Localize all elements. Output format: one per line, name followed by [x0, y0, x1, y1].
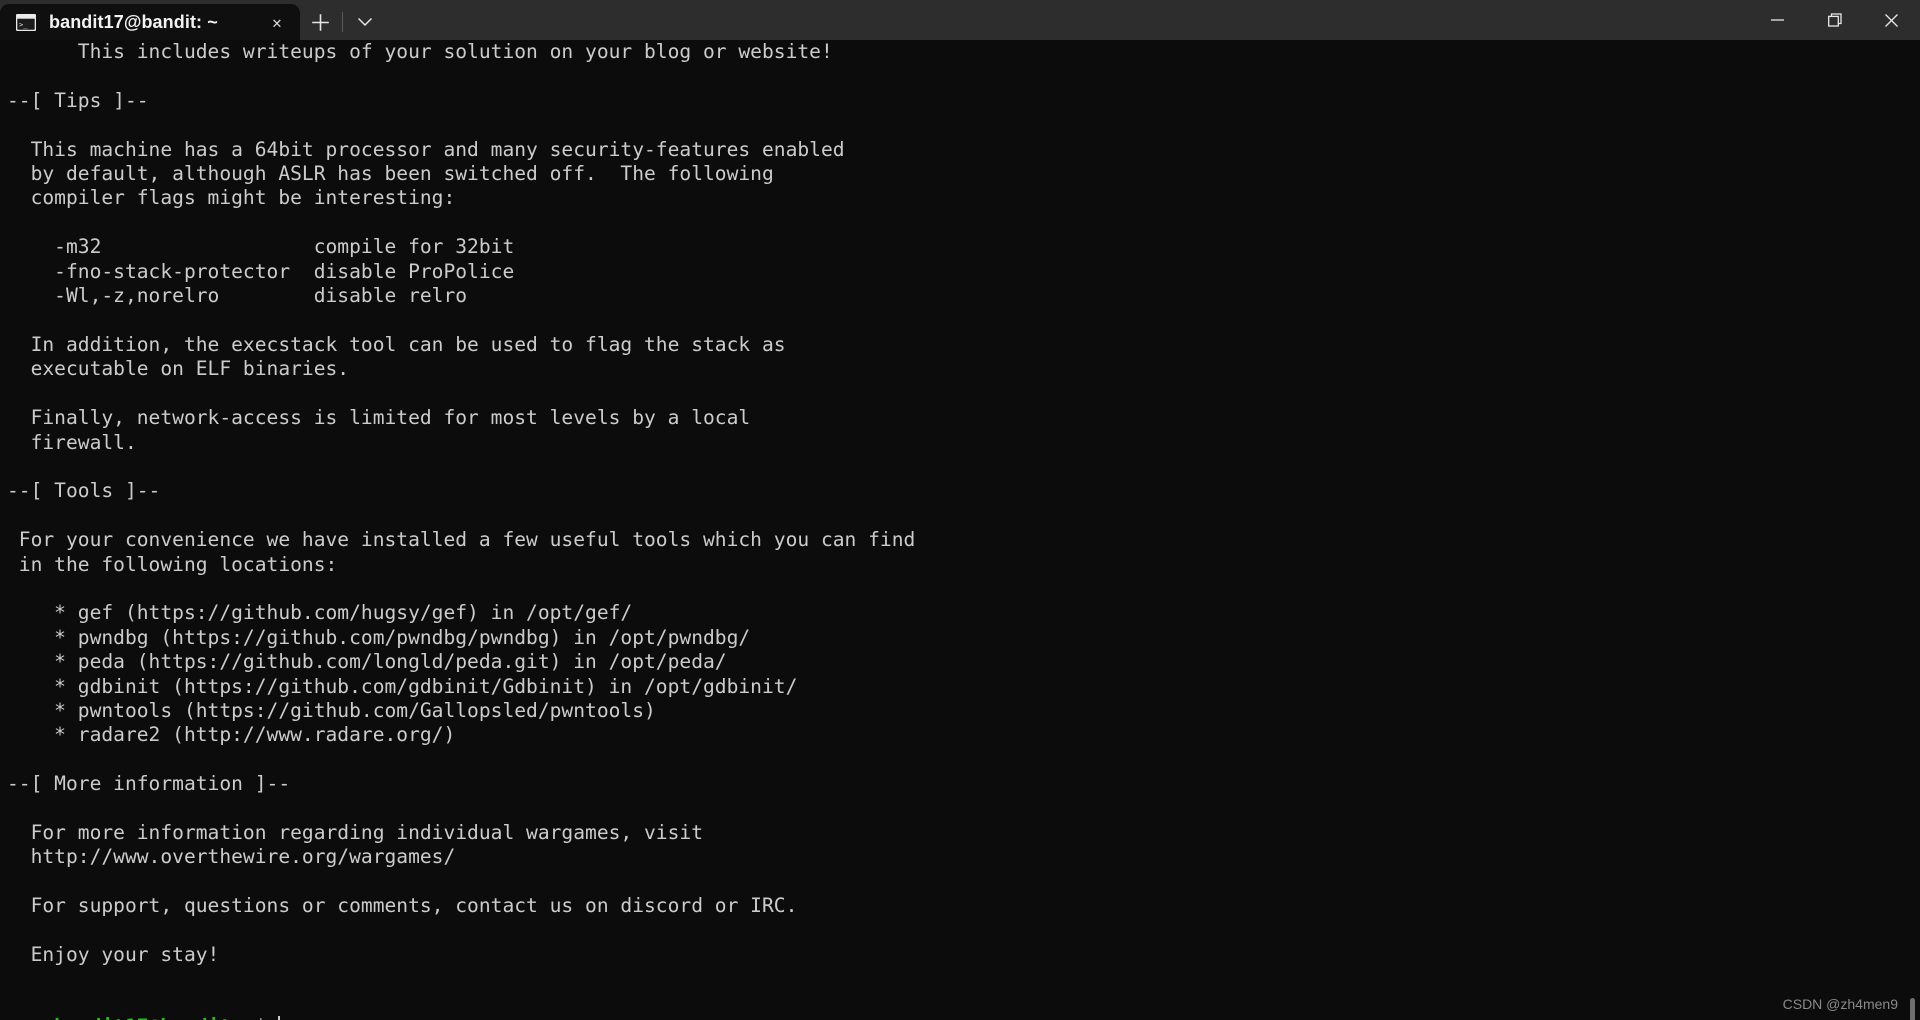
prompt-path: ~	[243, 1015, 255, 1020]
terminal-output: This includes writeups of your solution …	[7, 40, 916, 967]
prompt-symbol: $	[255, 1015, 267, 1020]
window-controls	[1749, 0, 1920, 40]
tab-bandit17[interactable]: >_ bandit17@bandit: ~ ✕	[0, 4, 300, 40]
new-tab-button[interactable]	[300, 4, 340, 40]
tab-title: bandit17@bandit: ~	[49, 11, 218, 32]
text-cursor	[277, 1016, 280, 1020]
minimize-button[interactable]	[1749, 0, 1806, 40]
terminal-icon: >_	[15, 13, 37, 31]
window-titlebar: >_ bandit17@bandit: ~ ✕	[0, 0, 1920, 40]
close-button[interactable]	[1863, 0, 1920, 40]
terminal-scrollbar[interactable]	[1906, 80, 1918, 1020]
tab-strip: >_ bandit17@bandit: ~ ✕	[0, 0, 385, 40]
tab-close-icon[interactable]: ✕	[260, 8, 294, 36]
prompt-user-host: bandit17@bandit	[54, 1015, 231, 1020]
watermark-label: CSDN @zh4men9	[1782, 996, 1898, 1012]
svg-text:>_: >_	[19, 21, 28, 29]
chevron-down-icon[interactable]	[345, 4, 385, 40]
terminal-surface[interactable]: This includes writeups of your solution …	[0, 40, 1920, 1020]
scrollbar-thumb[interactable]	[1910, 998, 1915, 1020]
prompt-colon: :	[231, 1015, 243, 1020]
tab-bar-separator	[342, 12, 343, 32]
restore-button[interactable]	[1806, 0, 1863, 40]
shell-prompt-line: bandit17@bandit:~$	[7, 991, 280, 1020]
